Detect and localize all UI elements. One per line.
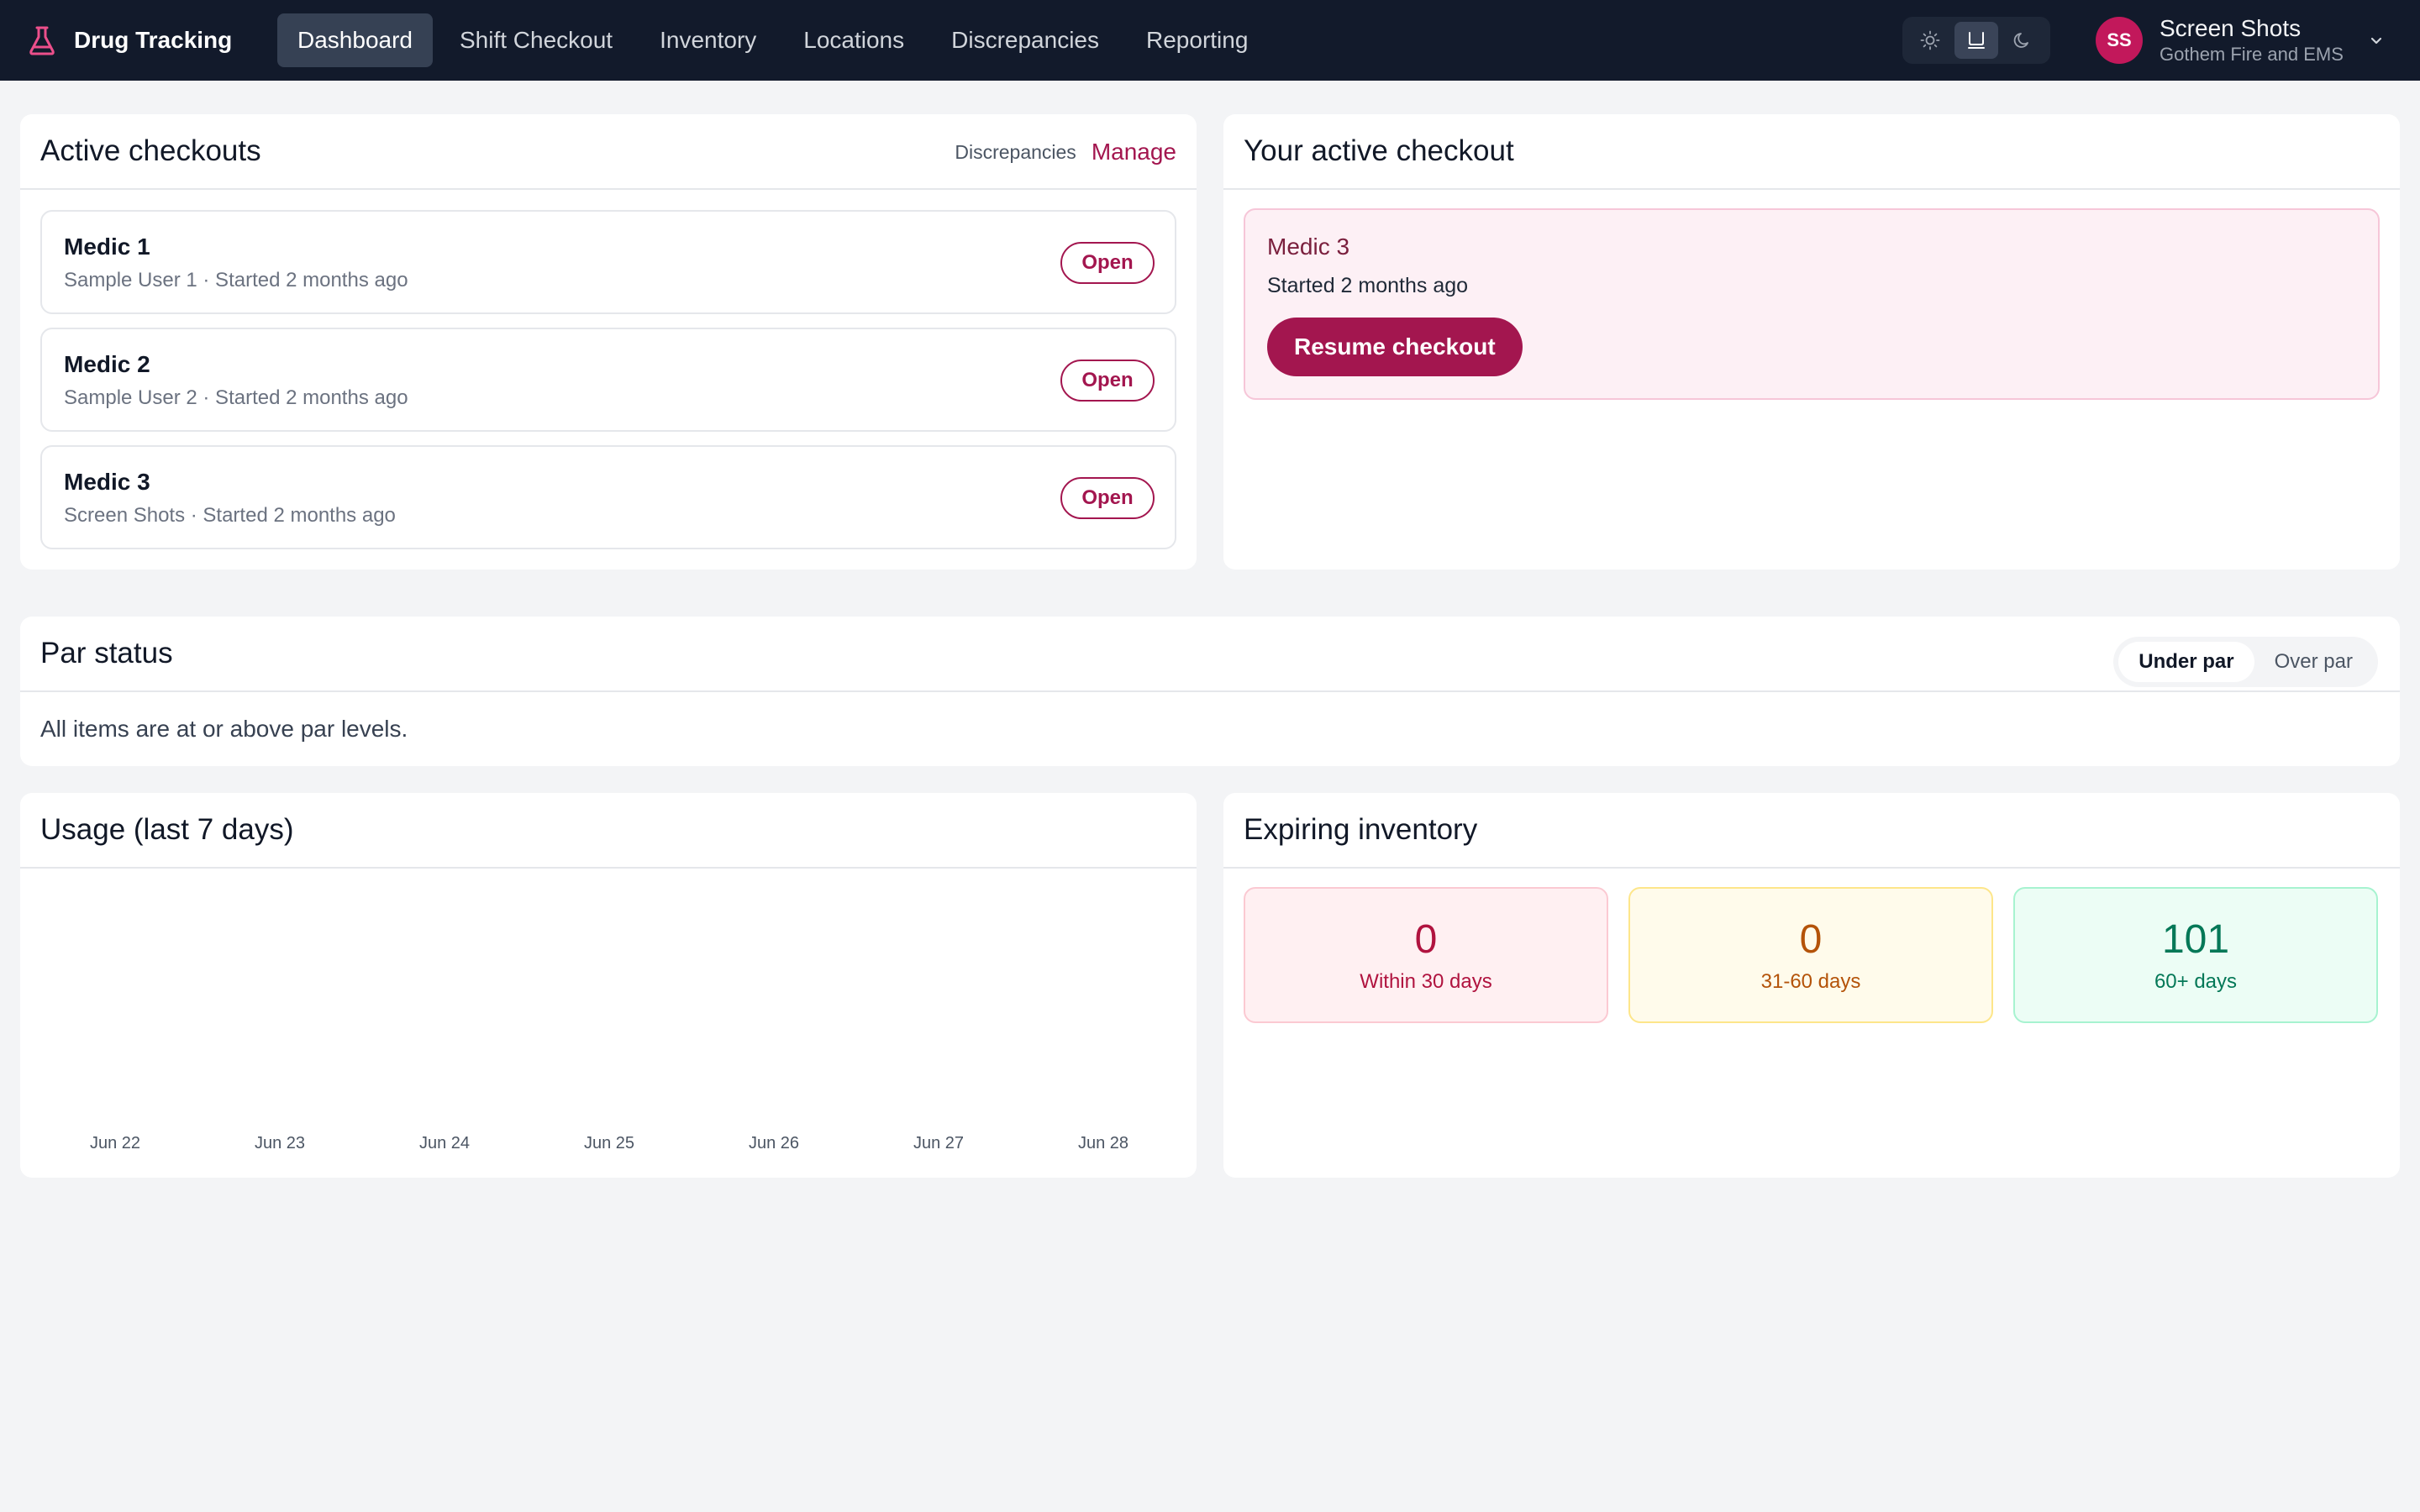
top-navbar: Drug Tracking Dashboard Shift Checkout I… [0, 0, 2420, 81]
active-checkouts-card: Active checkouts Discrepancies Manage Me… [20, 114, 1197, 570]
expiring-31-60-days[interactable]: 0 31-60 days [1628, 887, 1993, 1023]
nav-locations[interactable]: Locations [783, 13, 924, 67]
nav-inventory[interactable]: Inventory [639, 13, 776, 67]
checkout-meta: Screen Shots · Started 2 months ago [64, 504, 396, 527]
expiring-label: Within 30 days [1360, 970, 1492, 993]
expiring-count: 0 [1414, 917, 1438, 962]
resume-checkout-button[interactable]: Resume checkout [1267, 318, 1523, 376]
expiring-label: 31-60 days [1760, 970, 1861, 993]
x-tick-label: Jun 26 [748, 1134, 800, 1152]
par-status-card: Par status Under par Over par All items … [20, 617, 2400, 766]
x-tick-label: Jun 24 [418, 1134, 471, 1152]
expiring-count: 0 [1799, 917, 1823, 962]
x-tick-label: Jun 22 [89, 1134, 141, 1152]
x-tick-label: Jun 25 [583, 1134, 635, 1152]
expiring-label: 60+ days [2154, 970, 2238, 993]
open-checkout-button[interactable]: Open [1060, 477, 1155, 519]
your-active-checkout-card: Your active checkout Medic 3 Started 2 m… [1223, 114, 2400, 570]
checkout-item-medic-3: Medic 3 Screen Shots · Started 2 months … [40, 445, 1176, 549]
checkout-name: Medic 1 [64, 234, 150, 260]
nav-shift-checkout[interactable]: Shift Checkout [439, 13, 633, 67]
expiring-count: 101 [2161, 917, 2230, 962]
x-tick-label: Jun 27 [913, 1134, 965, 1152]
resume-started: Started 2 months ago [1267, 274, 1469, 297]
user-org: Gothem Fire and EMS [2160, 44, 2344, 65]
checkout-name: Medic 3 [64, 469, 150, 495]
nav-discrepancies[interactable]: Discrepancies [931, 13, 1119, 67]
checkout-meta: Sample User 1 · Started 2 months ago [64, 269, 408, 291]
flask-icon [29, 26, 55, 55]
open-checkout-button[interactable]: Open [1060, 360, 1155, 402]
manage-link[interactable]: Manage [1092, 139, 1176, 165]
discrepancies-link[interactable]: Discrepancies [955, 141, 1076, 164]
nav-dashboard[interactable]: Dashboard [277, 13, 433, 67]
checkout-meta: Sample User 2 · Started 2 months ago [64, 386, 408, 409]
moon-icon [2013, 33, 2028, 48]
your-checkout-title: Your active checkout [1244, 134, 1514, 167]
open-checkout-button[interactable]: Open [1060, 242, 1155, 284]
user-name: Screen Shots [2160, 15, 2302, 41]
checkout-item-medic-1: Medic 1 Sample User 1 · Started 2 months… [40, 210, 1176, 314]
x-tick-label: Jun 23 [254, 1134, 306, 1152]
usage-title: Usage (last 7 days) [40, 813, 294, 846]
resume-unit-name: Medic 3 [1267, 234, 1350, 260]
nav-reporting[interactable]: Reporting [1126, 13, 1268, 67]
chevron-down-icon [2370, 37, 2381, 45]
par-status-title: Par status [40, 637, 173, 669]
app-name: Drug Tracking [74, 27, 233, 53]
theme-dark-button[interactable] [2001, 22, 2044, 59]
checkout-item-medic-2: Medic 2 Sample User 2 · Started 2 months… [40, 328, 1176, 432]
under-par-option[interactable]: Under par [2118, 642, 2254, 682]
expiring-60-plus-days[interactable]: 101 60+ days [2013, 887, 2378, 1023]
par-filter-toggle: Under par Over par [2113, 637, 2378, 687]
monitor-icon [1967, 32, 1985, 49]
theme-toggle [1902, 17, 2050, 64]
expiring-inventory-card: Expiring inventory 0 Within 30 days 0 31… [1223, 793, 2400, 1178]
expiring-title: Expiring inventory [1244, 813, 1478, 846]
par-status-message: All items are at or above par levels. [40, 716, 408, 742]
theme-light-button[interactable] [1908, 22, 1952, 59]
user-menu[interactable]: SS Screen Shots Gothem Fire and EMS [2096, 0, 2386, 81]
brand[interactable]: Drug Tracking [25, 0, 232, 81]
expiring-within-30-days[interactable]: 0 Within 30 days [1244, 887, 1608, 1023]
usage-chart: Jun 22 Jun 23 Jun 24 Jun 25 Jun 26 Jun 27 Jun … [20, 869, 1217, 1179]
avatar: SS [2096, 17, 2143, 64]
usage-card: Usage (last 7 days) Jun 22 Jun 23 Jun 24 Ju… [20, 793, 1197, 1178]
over-par-option[interactable]: Over par [2254, 642, 2373, 682]
checkout-name: Medic 2 [64, 351, 150, 377]
theme-system-button[interactable] [1954, 22, 1998, 59]
sun-icon [1920, 30, 1940, 50]
active-checkouts-title: Active checkouts [40, 134, 261, 167]
resume-checkout-panel: Medic 3 Started 2 months ago Resume chec… [1244, 208, 2380, 400]
x-tick-label: Jun 28 [1077, 1134, 1129, 1152]
main-nav: Dashboard Shift Checkout Inventory Locat… [277, 13, 1275, 67]
